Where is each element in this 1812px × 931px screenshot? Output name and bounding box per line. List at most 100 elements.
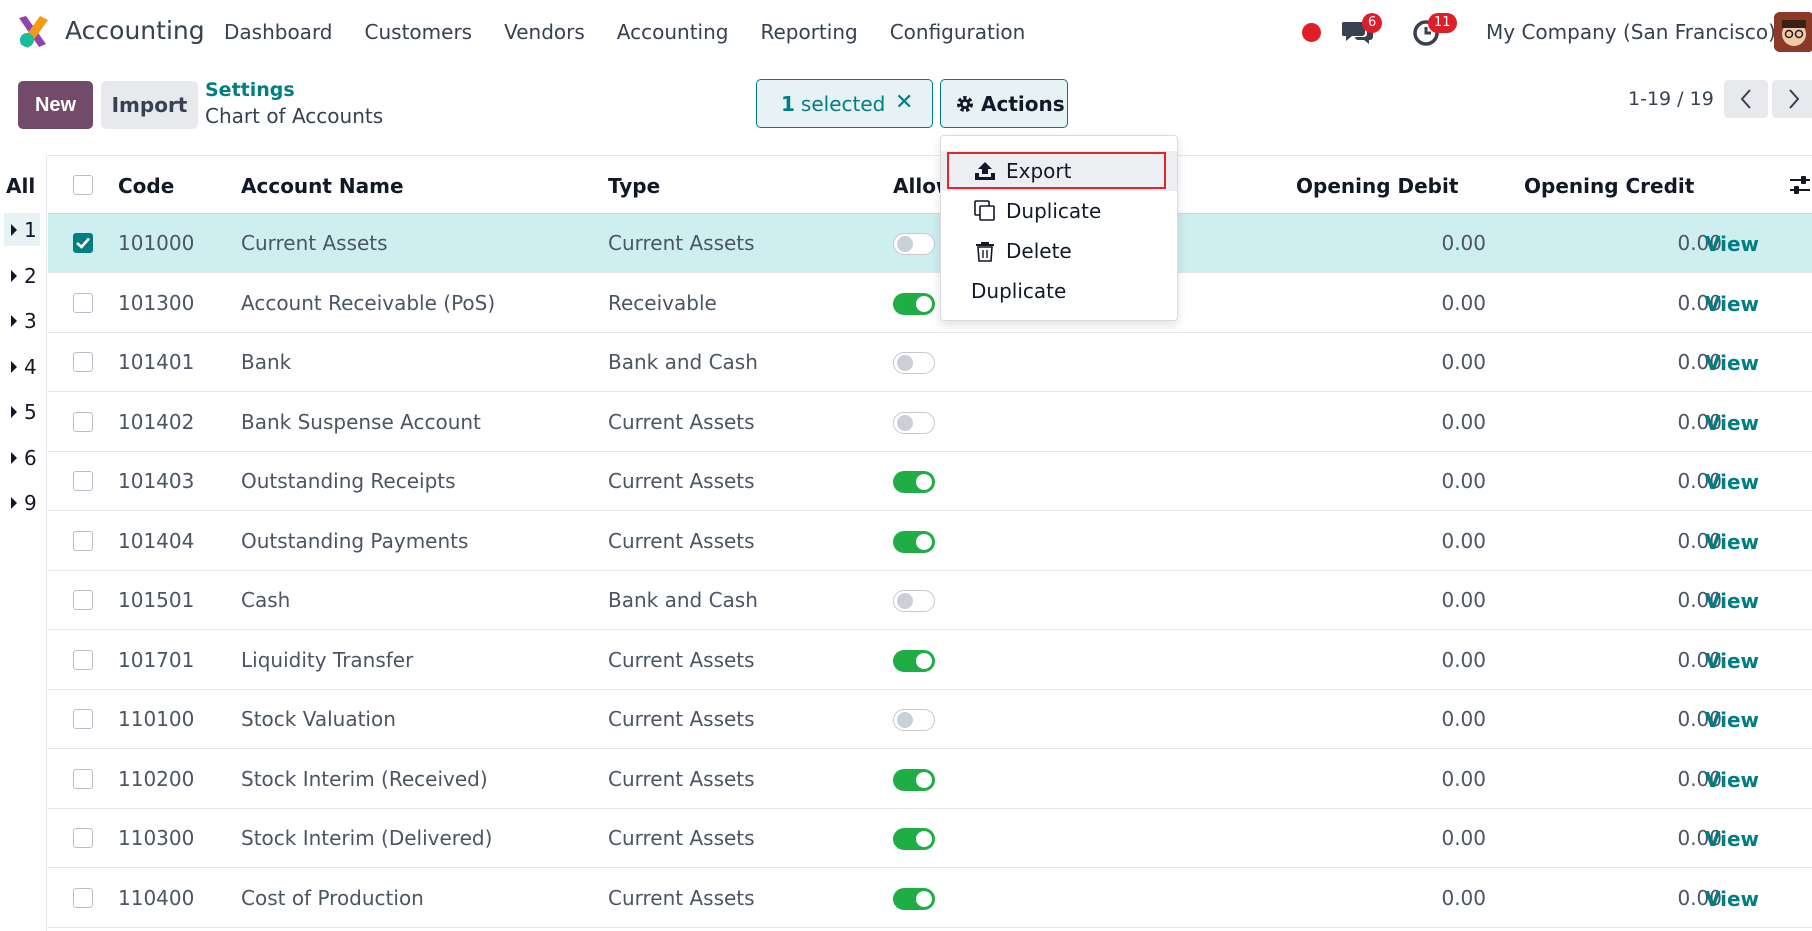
new-button[interactable]: New <box>18 81 93 129</box>
column-header-account-name[interactable]: Account Name <box>241 174 404 198</box>
allow-reconciliation-toggle[interactable] <box>893 352 935 374</box>
view-button[interactable]: View <box>1705 708 1759 732</box>
allow-reconciliation-toggle[interactable] <box>893 233 935 255</box>
cell-code: 101404 <box>118 528 195 553</box>
view-button[interactable]: View <box>1705 351 1759 375</box>
row-checkbox[interactable] <box>73 649 93 670</box>
view-button[interactable]: View <box>1705 827 1759 851</box>
column-header-opening-debit[interactable]: Opening Debit <box>1296 174 1458 198</box>
table-row[interactable]: 101402 Bank Suspense Account Current Asset… <box>48 392 1812 452</box>
allow-reconciliation-toggle[interactable] <box>893 709 935 731</box>
app-logo-icon[interactable] <box>16 14 50 50</box>
allow-reconciliation-toggle[interactable] <box>893 411 935 434</box>
sidebar-item-9[interactable]: 9 <box>4 486 40 519</box>
view-button[interactable]: View <box>1705 887 1759 911</box>
allow-reconciliation-toggle[interactable] <box>893 530 935 553</box>
menu-item-duplicate[interactable]: Duplicate <box>941 191 1177 231</box>
table-row[interactable]: 101701 Liquidity Transfer Current Assets 0.… <box>48 630 1812 690</box>
actions-button[interactable]: Actions <box>940 79 1068 128</box>
breadcrumb-settings[interactable]: Settings <box>205 79 295 101</box>
allow-reconciliation-toggle[interactable] <box>893 649 935 672</box>
menu-configuration[interactable]: Configuration <box>890 20 1026 44</box>
sidebar-item-1[interactable]: 1 <box>4 213 40 246</box>
table-row[interactable]: 110400 Cost of Production Current Assets 0.… <box>48 868 1812 928</box>
status-dot-icon[interactable] <box>1302 23 1321 42</box>
column-header-type[interactable]: Type <box>608 174 660 198</box>
sidebar-item-label: 5 <box>24 399 37 424</box>
sidebar-item-5[interactable]: 5 <box>4 395 40 428</box>
pager-value[interactable]: 1-19 / 19 <box>1628 88 1714 110</box>
row-checkbox[interactable] <box>73 233 93 253</box>
row-checkbox[interactable] <box>73 828 93 848</box>
sidebar-item-2[interactable]: 2 <box>4 259 40 292</box>
table-row[interactable]: 101501 Cash Bank and Cash 0.00 0.00 View <box>48 571 1812 630</box>
page-title: Chart of Accounts <box>205 104 384 128</box>
menu-item-duplicate-action[interactable]: Duplicate <box>941 271 1177 311</box>
cell-code: 110300 <box>118 826 195 850</box>
pager-previous-button[interactable] <box>1724 80 1768 118</box>
menu-reporting[interactable]: Reporting <box>760 20 857 44</box>
row-checkbox[interactable] <box>73 709 93 729</box>
menu-customers[interactable]: Customers <box>365 20 473 44</box>
view-button[interactable]: View <box>1705 649 1759 673</box>
table-row[interactable]: 110300 Stock Interim (Delivered) Current A… <box>48 809 1812 868</box>
view-button[interactable]: View <box>1705 470 1759 494</box>
main-menu: Dashboard Customers Vendors Accounting R… <box>224 20 1057 44</box>
toggle-knob <box>897 414 913 431</box>
menu-item-delete[interactable]: Delete <box>941 231 1177 271</box>
cell-code: 110100 <box>118 707 195 731</box>
row-checkbox[interactable] <box>73 352 93 372</box>
toggle-knob <box>897 355 913 371</box>
sidebar-item-3[interactable]: 3 <box>4 304 40 337</box>
view-button[interactable]: View <box>1705 411 1759 435</box>
column-header-code[interactable]: Code <box>118 174 174 198</box>
row-checkbox[interactable] <box>73 590 93 610</box>
table-row[interactable]: 110100 Stock Valuation Current Assets 0.00 0… <box>48 690 1812 749</box>
allow-reconciliation-toggle[interactable] <box>893 590 935 612</box>
table-row[interactable]: 101404 Outstanding Payments Current Assets… <box>48 511 1812 571</box>
import-button[interactable]: Import <box>101 81 198 129</box>
allow-reconciliation-toggle[interactable] <box>893 768 935 791</box>
cell-type: Current Assets <box>608 469 755 493</box>
column-header-opening-credit[interactable]: Opening Credit <box>1524 174 1694 198</box>
view-button[interactable]: View <box>1705 530 1759 554</box>
row-checkbox[interactable] <box>73 768 93 789</box>
sidebar-item-6[interactable]: 6 <box>4 441 40 474</box>
select-all-checkbox[interactable] <box>73 175 93 195</box>
table-header: Code Account Name Type Allow Opening Deb… <box>48 156 1812 214</box>
pager-next-button[interactable] <box>1772 80 1812 118</box>
cell-type: Current Assets <box>608 231 755 255</box>
menu-accounting[interactable]: Accounting <box>617 20 729 44</box>
optional-columns-sliders-icon[interactable] <box>1788 173 1812 197</box>
table-row[interactable]: 110200 Stock Interim (Received) Current As… <box>48 749 1812 809</box>
table-row[interactable]: 101300 Account Receivable (PoS) Receivable… <box>48 273 1812 333</box>
sidebar-item-all[interactable]: All <box>6 174 35 198</box>
allow-reconciliation-toggle[interactable] <box>893 292 935 315</box>
allow-reconciliation-toggle[interactable] <box>893 887 935 910</box>
cell-code: 101300 <box>118 290 195 315</box>
cell-type: Current Assets <box>608 707 755 731</box>
view-button[interactable]: View <box>1705 292 1759 316</box>
cell-opening-debit: 0.00 <box>1441 826 1486 850</box>
view-button[interactable]: View <box>1705 768 1759 792</box>
company-switcher[interactable]: My Company (San Francisco) <box>1486 20 1776 44</box>
close-icon[interactable]: ✕ <box>895 90 913 115</box>
view-button[interactable]: View <box>1705 589 1759 613</box>
app-name[interactable]: Accounting <box>65 16 205 45</box>
allow-reconciliation-toggle[interactable] <box>893 828 935 850</box>
sidebar-item-4[interactable]: 4 <box>4 350 40 383</box>
row-checkbox[interactable] <box>73 471 93 491</box>
row-checkbox[interactable] <box>73 292 93 313</box>
row-checkbox[interactable] <box>73 887 93 908</box>
table-row[interactable]: 101401 Bank Bank and Cash 0.00 0.00 View <box>48 333 1812 392</box>
allow-reconciliation-toggle[interactable] <box>893 471 935 493</box>
row-checkbox[interactable] <box>73 530 93 551</box>
toggle-knob <box>897 236 913 252</box>
table-row[interactable]: 101403 Outstanding Receipts Current Assets… <box>48 452 1812 511</box>
table-row[interactable]: 101000 Current Assets Current Assets 0.00 0.… <box>48 214 1812 273</box>
menu-vendors[interactable]: Vendors <box>504 20 585 44</box>
view-button[interactable]: View <box>1705 232 1759 256</box>
menu-dashboard[interactable]: Dashboard <box>224 20 333 44</box>
avatar[interactable] <box>1774 12 1812 52</box>
row-checkbox[interactable] <box>73 411 93 432</box>
